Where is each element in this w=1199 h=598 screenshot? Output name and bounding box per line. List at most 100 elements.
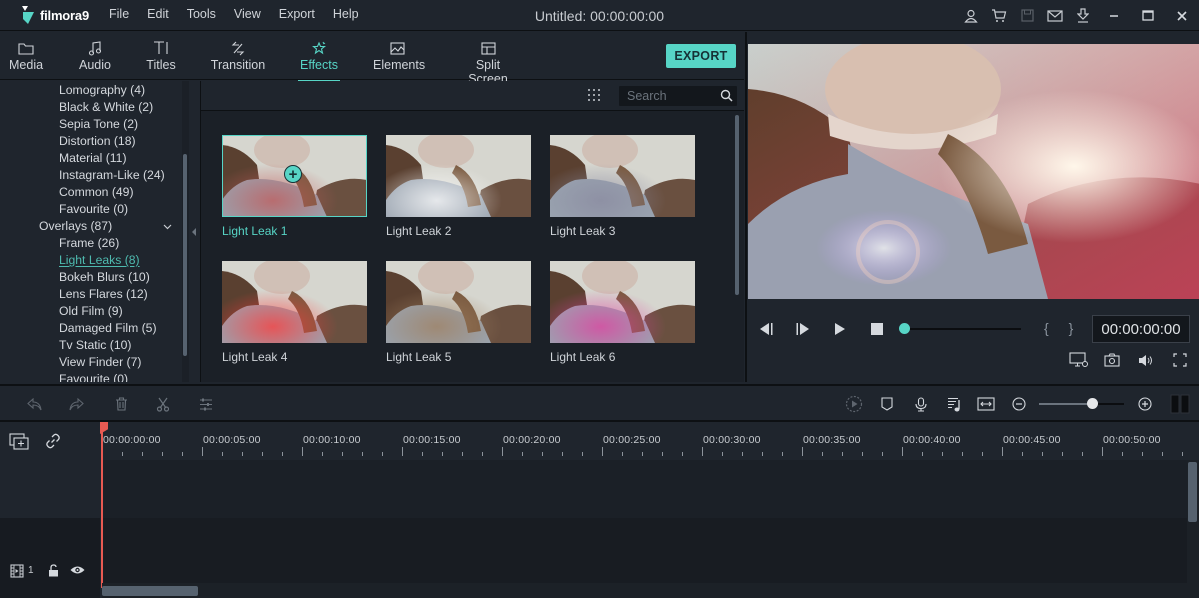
add-track-icon[interactable] [9,433,29,450]
category-item[interactable]: Sepia Tone (2) [59,117,138,131]
render-preview-button[interactable] [843,386,865,422]
panel-layout-button[interactable] [1169,386,1191,422]
minimize-icon[interactable] [1097,0,1131,31]
zoom-out-button[interactable] [1008,386,1030,422]
category-item[interactable]: Distortion (18) [59,134,136,148]
redo-button[interactable] [65,386,87,422]
playhead[interactable] [101,422,103,588]
scrollbar-thumb[interactable] [183,154,187,356]
effect-thumbnail[interactable] [386,261,531,343]
fullscreen-icon[interactable] [1170,351,1190,369]
category-item[interactable]: Favourite (0) [59,202,128,216]
tab-audio[interactable]: Audio [78,38,112,72]
stop-button[interactable] [869,321,885,337]
fit-timeline-button[interactable] [975,386,997,422]
playback-progress-slider[interactable] [899,323,1021,334]
delete-button[interactable] [110,386,132,422]
timeline-track-empty[interactable] [102,460,1187,518]
effect-item[interactable]: Light Leak 6 [550,261,695,364]
category-item[interactable]: Light Leaks (8) [59,253,140,267]
add-effect-button[interactable]: + [284,165,302,183]
timeline-tracks[interactable] [102,460,1187,583]
next-frame-button[interactable] [794,321,812,337]
timeline-vertical-scrollbar[interactable] [1187,460,1199,598]
adjust-button[interactable] [195,386,217,422]
category-item[interactable]: Common (49) [59,185,134,199]
category-item[interactable]: Frame (26) [59,236,119,250]
category-item[interactable]: Instagram-Like (24) [59,168,165,182]
category-item[interactable]: Old Film (9) [59,304,123,318]
effect-thumbnail[interactable] [222,261,367,343]
search-icon[interactable] [720,89,733,102]
menu-view[interactable]: View [225,7,270,21]
account-icon[interactable] [957,0,985,31]
audio-mixer-button[interactable] [943,386,965,422]
category-item[interactable]: Overlays (87) [39,219,112,233]
scrollbar-thumb[interactable] [735,115,739,295]
category-item[interactable]: Damaged Film (5) [59,321,157,335]
effect-thumbnail[interactable] [386,135,531,217]
timeline-horizontal-scrollbar[interactable] [102,583,1187,598]
tab-effects[interactable]: Effects [298,38,340,82]
category-item[interactable]: Tv Static (10) [59,338,131,352]
effect-thumbnail[interactable] [550,135,695,217]
record-voiceover-button[interactable] [910,386,932,422]
category-item[interactable]: Lens Flares (12) [59,287,148,301]
menu-edit[interactable]: Edit [138,7,178,21]
close-icon[interactable] [1165,0,1199,31]
visibility-eye-icon[interactable] [70,565,85,575]
timeline-ruler[interactable]: 00:00:00:00 00:00:05:00 00:00:10:00 00:00:1… [102,422,1199,460]
category-item[interactable]: View Finder (7) [59,355,141,369]
collapse-panel-button[interactable] [189,81,201,382]
zoom-in-button[interactable] [1134,386,1156,422]
tab-media[interactable]: Media [9,38,43,72]
menu-file[interactable]: File [100,7,138,21]
tab-titles[interactable]: Titles [146,38,176,72]
play-button[interactable] [832,321,848,337]
timeline-zoom-slider[interactable] [1039,398,1124,409]
category-item[interactable]: Black & White (2) [59,100,153,114]
chevron-down-icon[interactable] [163,224,172,230]
category-item[interactable]: Favourite (0) [59,372,128,382]
effect-item[interactable]: Light Leak 3 [550,135,695,238]
effect-item[interactable]: Light Leak 4 [222,261,367,364]
search-input[interactable]: Search [619,86,737,106]
category-item[interactable]: Lomography (4) [59,83,145,97]
category-item[interactable]: Material (11) [59,151,127,165]
link-icon[interactable] [45,433,61,449]
grid-view-icon[interactable] [587,88,605,104]
zoom-slider-knob[interactable] [1086,398,1098,409]
effect-item[interactable]: Light Leak 2 [386,135,531,238]
effect-thumbnail[interactable]: + [222,135,367,217]
mail-icon[interactable] [1041,0,1069,31]
export-button[interactable]: EXPORT [666,44,736,68]
progress-knob[interactable] [899,323,910,334]
menu-help[interactable]: Help [324,7,368,21]
add-marker-button[interactable] [876,386,898,422]
scrollbar-thumb[interactable] [1188,462,1197,522]
menu-tools[interactable]: Tools [178,7,225,21]
mark-in-out-buttons[interactable]: { } [1044,320,1081,336]
category-item[interactable]: Bokeh Blurs (10) [59,270,150,284]
effect-item[interactable]: Light Leak 5 [386,261,531,364]
tab-transition[interactable]: Transition [210,38,266,72]
scrollbar-thumb[interactable] [102,586,198,596]
download-icon[interactable] [1069,0,1097,31]
previous-frame-button[interactable] [757,321,775,337]
display-settings-icon[interactable] [1067,351,1091,369]
snapshot-camera-icon[interactable] [1102,351,1122,369]
cart-icon[interactable] [985,0,1013,31]
tab-split-screen[interactable]: Split Screen [457,38,519,86]
unlock-icon[interactable] [48,564,59,577]
split-button[interactable] [152,386,174,422]
save-icon[interactable] [1013,0,1041,31]
effect-item[interactable]: + Light Leak 1 [222,135,367,238]
menu-export[interactable]: Export [270,7,324,21]
effect-thumbnail[interactable] [550,261,695,343]
undo-button[interactable] [24,386,46,422]
category-scrollbar[interactable] [182,81,189,382]
volume-icon[interactable] [1136,351,1156,369]
maximize-icon[interactable] [1131,0,1165,31]
grid-scrollbar[interactable] [735,115,740,380]
tab-elements[interactable]: Elements [373,38,425,72]
